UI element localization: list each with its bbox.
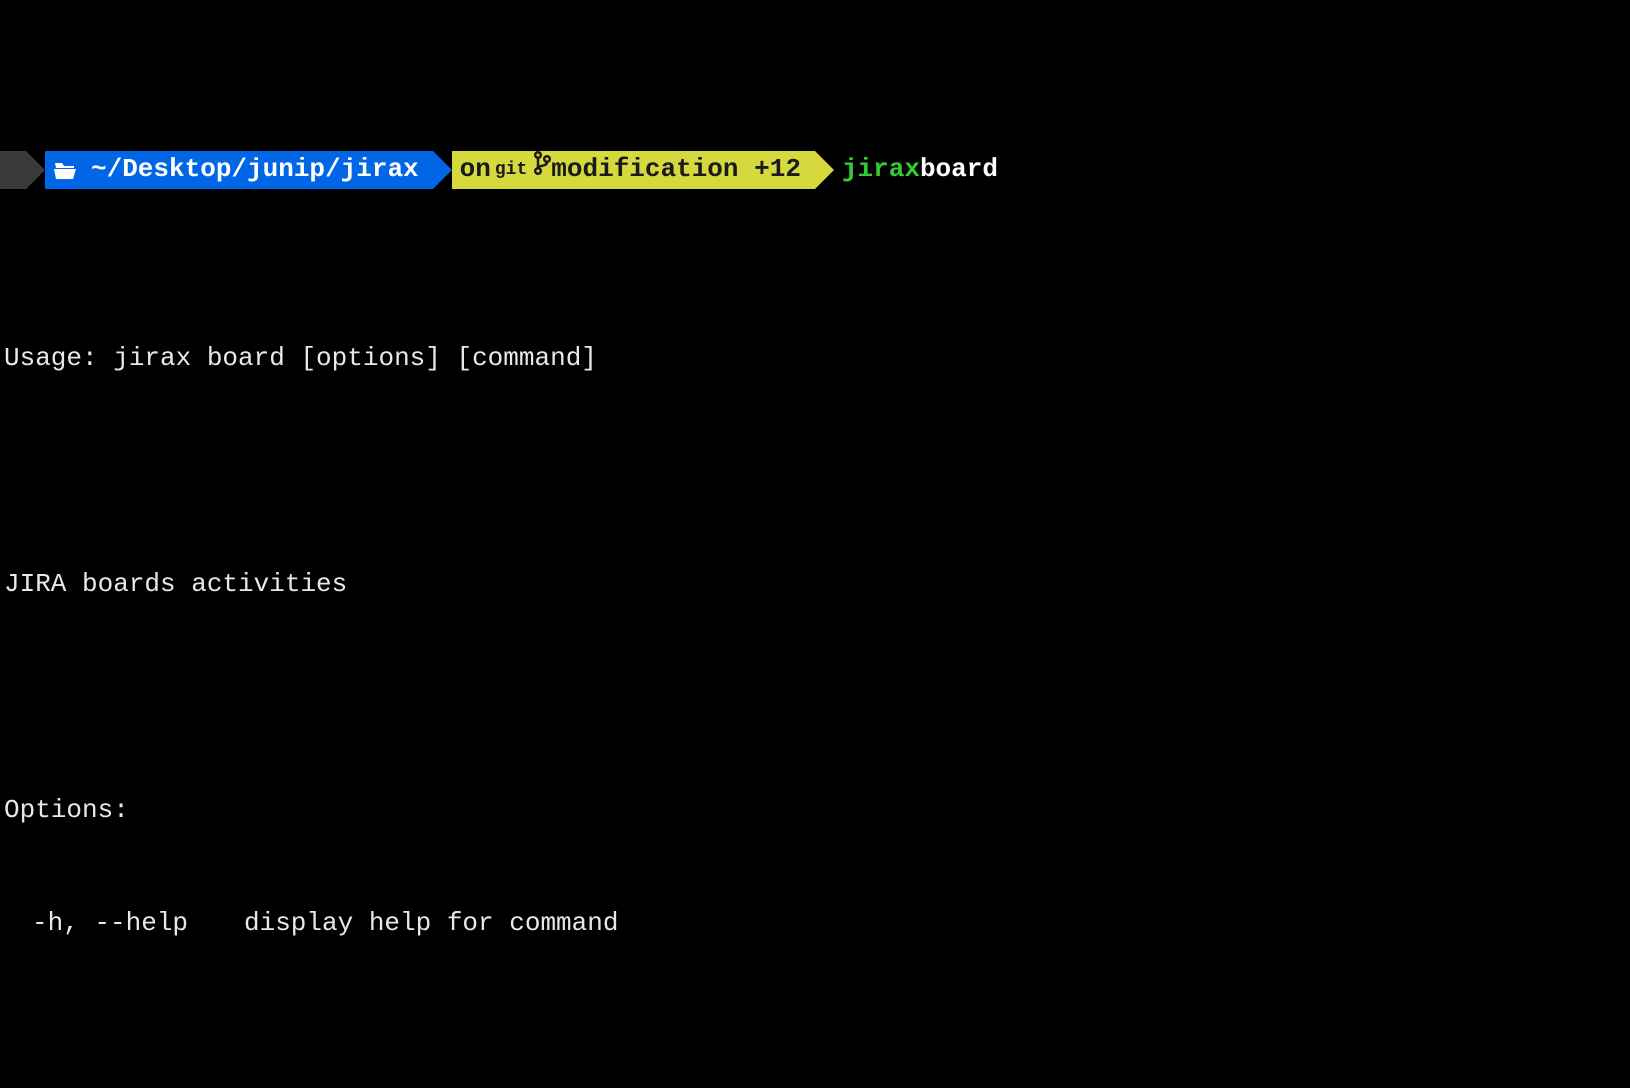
path-prefix: ~/Desktop/junip/ [91, 151, 341, 189]
git-segment: on git modification +12 [452, 151, 815, 189]
folder-open-icon [53, 160, 77, 180]
path-segment: ~/Desktop/junip/jirax [45, 151, 433, 189]
apple-segment [0, 151, 26, 189]
option-flag: -h, --help [4, 905, 244, 943]
command-arg: board [920, 151, 998, 189]
command-name: jirax [842, 151, 920, 189]
blank-line [0, 679, 1630, 717]
shell-prompt[interactable]: ~/Desktop/junip/jirax on git modificatio… [0, 151, 1630, 189]
option-row: -h, --helpdisplay help for command [0, 905, 1630, 943]
path-current-dir: jirax [341, 151, 419, 189]
segment-arrow [433, 151, 452, 189]
options-header: Options: [0, 792, 1630, 830]
usage-line: Usage: jirax board [options] [command] [0, 340, 1630, 378]
terminal-output: Usage: jirax board [options] [command] J… [0, 264, 1630, 1088]
blank-line [0, 453, 1630, 491]
option-desc: display help for command [244, 905, 618, 943]
segment-arrow [815, 151, 834, 189]
git-on-label: on [460, 151, 491, 189]
command-input[interactable]: jirax board [834, 151, 1012, 189]
git-text-icon: git [495, 157, 527, 183]
blank-line [0, 1018, 1630, 1056]
git-branch-icon [533, 150, 551, 189]
git-branch-name: modification +12 [551, 151, 801, 189]
description-line: JIRA boards activities [0, 566, 1630, 604]
segment-arrow [26, 151, 45, 189]
